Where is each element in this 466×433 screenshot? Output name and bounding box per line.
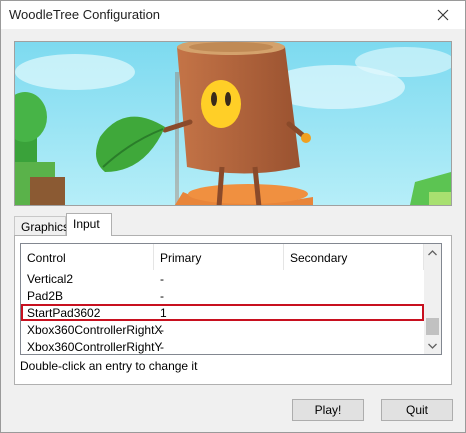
list-row[interactable]: Xbox360ControllerRightX - [21, 321, 424, 338]
close-icon [437, 9, 449, 21]
window-title: WoodleTree Configuration [9, 7, 161, 22]
scroll-down-button[interactable] [424, 337, 441, 354]
row-primary: - [160, 272, 164, 286]
row-control: StartPad3602 [27, 306, 101, 320]
column-header-primary[interactable]: Primary [154, 244, 284, 270]
game-banner [14, 41, 452, 206]
list-rows: Vertical2 - Pad2B - StartPad3602 1 Xbox3… [21, 270, 424, 354]
chevron-up-icon [428, 249, 437, 255]
list-header: Control Primary Secondary [21, 244, 424, 270]
title-bar: WoodleTree Configuration [1, 1, 465, 29]
row-control: Xbox360ControllerRightX [27, 323, 163, 337]
config-window: WoodleTree Configuration Graphics Input … [0, 0, 466, 433]
row-control: Pad2B [27, 289, 64, 303]
tab-input[interactable]: Input [66, 213, 112, 236]
chevron-down-icon [428, 343, 437, 349]
row-control: Xbox360ControllerRightY [27, 340, 163, 354]
close-button[interactable] [425, 1, 461, 29]
list-row[interactable]: Pad2B - [21, 287, 424, 304]
tab-graphics[interactable]: Graphics [14, 216, 69, 235]
hint-text: Double-click an entry to change it [20, 359, 198, 373]
column-header-secondary[interactable]: Secondary [284, 244, 424, 270]
list-row[interactable]: Vertical2 - [21, 270, 424, 287]
column-header-control[interactable]: Control [21, 244, 154, 270]
row-primary: - [160, 323, 164, 337]
scroll-thumb[interactable] [426, 318, 439, 335]
play-button[interactable]: Play! [292, 399, 364, 421]
input-list[interactable]: Control Primary Secondary Vertical2 - Pa… [20, 243, 442, 355]
row-control: Vertical2 [27, 272, 74, 286]
row-primary: - [160, 289, 164, 303]
row-primary: 1 [160, 306, 167, 320]
scroll-up-button[interactable] [424, 244, 441, 261]
list-row-selected[interactable]: StartPad3602 1 [21, 304, 424, 321]
game-banner-image [15, 42, 451, 205]
vertical-scrollbar[interactable] [424, 244, 441, 354]
row-primary: - [160, 340, 164, 354]
quit-button[interactable]: Quit [381, 399, 453, 421]
list-row[interactable]: Xbox360ControllerRightY - [21, 338, 424, 354]
